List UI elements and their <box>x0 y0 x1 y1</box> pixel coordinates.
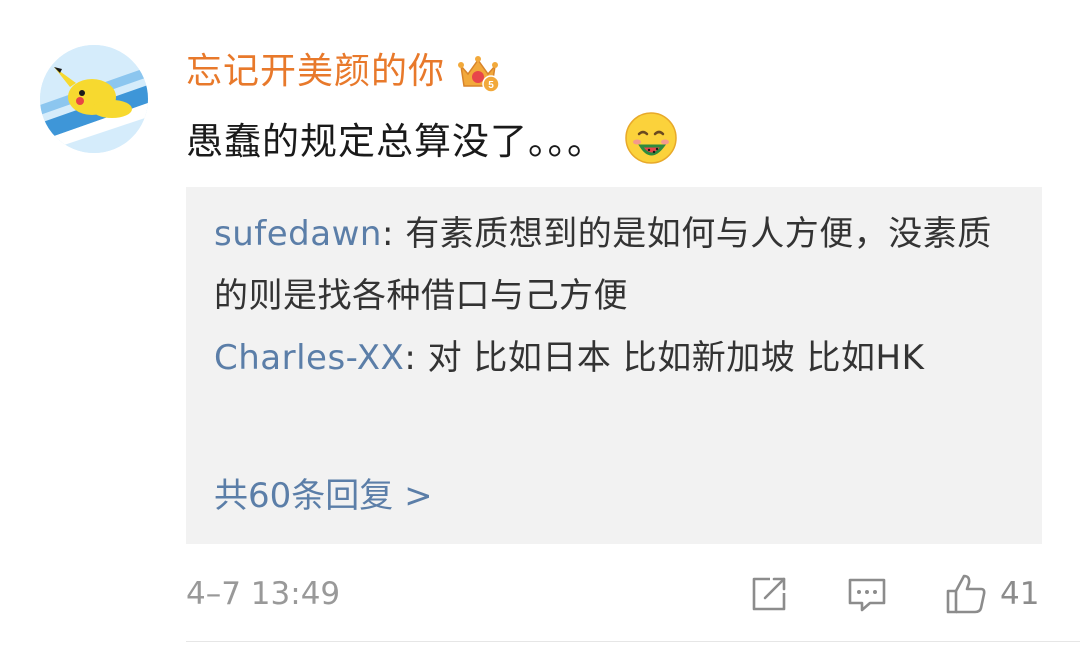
timestamp: 4–7 13:49 <box>186 576 341 612</box>
reply-author[interactable]: Charles-XX <box>214 338 404 378</box>
svg-text:5: 5 <box>488 80 494 91</box>
reply-author[interactable]: sufedawn <box>214 214 382 254</box>
crown-badge-icon[interactable]: 5 <box>455 50 501 94</box>
username-row: 忘记开美颜的你 5 <box>186 40 501 104</box>
divider <box>186 641 1080 642</box>
thumbs-up-icon <box>946 574 986 614</box>
reply-item[interactable]: sufedawn: 有素质想到的是如何与人方便，没素质的则是找各种借口与己方便 <box>214 203 1004 327</box>
avatar-image <box>40 45 148 153</box>
avatar[interactable] <box>40 45 148 153</box>
reply-button[interactable] <box>846 572 888 616</box>
view-all-replies-link[interactable]: 共60条回复 > <box>214 465 433 527</box>
reply-text: 对 比如日本 比如新加坡 比如HK <box>427 338 925 378</box>
comment-icon <box>848 578 886 612</box>
like-count: 41 <box>1000 576 1040 612</box>
watermelon-emoji-icon <box>625 112 677 164</box>
comment-footer: 4–7 13:49 41 <box>186 566 1042 622</box>
comment-text: 愚蠢的规定总算没了。。。 <box>186 120 605 163</box>
share-icon <box>752 577 786 611</box>
replies-preview[interactable]: sufedawn: 有素质想到的是如何与人方便，没素质的则是找各种借口与己方便 … <box>186 187 1042 544</box>
like-button[interactable]: 41 <box>944 572 1039 616</box>
reply-item[interactable]: Charles-XX: 对 比如日本 比如新加坡 比如HK <box>214 327 1004 389</box>
comment-text-row: 愚蠢的规定总算没了。。。 <box>186 108 679 168</box>
reply-separator: : <box>404 338 428 378</box>
reply-separator: : <box>381 214 406 254</box>
share-button[interactable] <box>748 572 790 616</box>
username[interactable]: 忘记开美颜的你 <box>186 54 445 90</box>
